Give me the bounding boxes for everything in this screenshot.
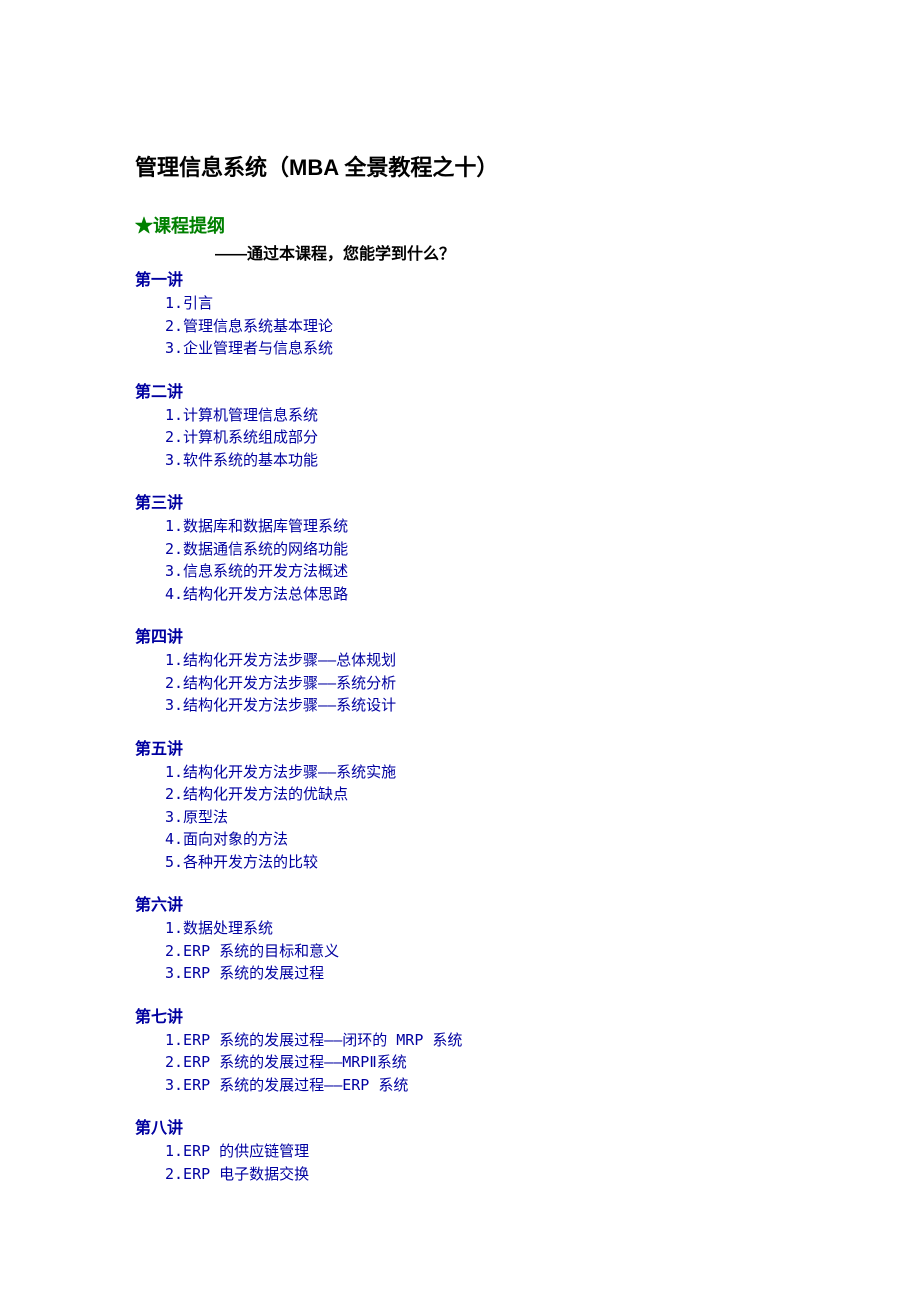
lecture-item: 2.ERP 系统的发展过程——MRPⅡ系统: [165, 1051, 785, 1074]
lecture-heading: 第五讲: [135, 735, 785, 759]
lecture-item: 2.数据通信系统的网络功能: [165, 538, 785, 561]
lecture-item: 3.软件系统的基本功能: [165, 449, 785, 472]
lecture-heading: 第八讲: [135, 1114, 785, 1138]
lecture-block-1: 第一讲 1.引言 2.管理信息系统基本理论 3.企业管理者与信息系统: [135, 266, 785, 360]
lecture-block-7: 第七讲 1.ERP 系统的发展过程——闭环的 MRP 系统 2.ERP 系统的发…: [135, 1003, 785, 1097]
lecture-item: 1.引言: [165, 292, 785, 315]
lecture-item: 3.结构化开发方法步骤——系统设计: [165, 694, 785, 717]
lecture-block-8: 第八讲 1.ERP 的供应链管理 2.ERP 电子数据交换: [135, 1114, 785, 1185]
lecture-item: 1.ERP 系统的发展过程——闭环的 MRP 系统: [165, 1029, 785, 1052]
lecture-item: 1.结构化开发方法步骤——系统实施: [165, 761, 785, 784]
lecture-item: 3.企业管理者与信息系统: [165, 337, 785, 360]
lecture-item: 1.计算机管理信息系统: [165, 404, 785, 427]
lecture-item: 2.结构化开发方法步骤——系统分析: [165, 672, 785, 695]
lecture-heading: 第六讲: [135, 891, 785, 915]
lecture-block-5: 第五讲 1.结构化开发方法步骤——系统实施 2.结构化开发方法的优缺点 3.原型…: [135, 735, 785, 874]
lecture-item: 2.管理信息系统基本理论: [165, 315, 785, 338]
lecture-item: 3.原型法: [165, 806, 785, 829]
document-title: 管理信息系统（MBA 全景教程之十）: [135, 150, 785, 182]
lecture-item: 2.ERP 电子数据交换: [165, 1163, 785, 1186]
lecture-heading: 第一讲: [135, 266, 785, 290]
lecture-item: 4.结构化开发方法总体思路: [165, 583, 785, 606]
lecture-item: 2.ERP 系统的目标和意义: [165, 940, 785, 963]
lecture-block-4: 第四讲 1.结构化开发方法步骤——总体规划 2.结构化开发方法步骤——系统分析 …: [135, 623, 785, 717]
lecture-item: 1.数据处理系统: [165, 917, 785, 940]
lecture-item: 1.数据库和数据库管理系统: [165, 515, 785, 538]
lecture-item: 3.ERP 系统的发展过程: [165, 962, 785, 985]
outline-subtitle: ——通过本课程，您能学到什么？: [215, 240, 785, 264]
lecture-item: 2.结构化开发方法的优缺点: [165, 783, 785, 806]
lecture-heading: 第二讲: [135, 378, 785, 402]
outline-heading: ★课程提纲: [135, 212, 785, 238]
lecture-item: 1.结构化开发方法步骤——总体规划: [165, 649, 785, 672]
lecture-item: 1.ERP 的供应链管理: [165, 1140, 785, 1163]
lecture-heading: 第三讲: [135, 489, 785, 513]
lecture-item: 4.面向对象的方法: [165, 828, 785, 851]
lecture-item: 5.各种开发方法的比较: [165, 851, 785, 874]
lecture-block-2: 第二讲 1.计算机管理信息系统 2.计算机系统组成部分 3.软件系统的基本功能: [135, 378, 785, 472]
lecture-block-3: 第三讲 1.数据库和数据库管理系统 2.数据通信系统的网络功能 3.信息系统的开…: [135, 489, 785, 605]
lecture-heading: 第四讲: [135, 623, 785, 647]
lecture-block-6: 第六讲 1.数据处理系统 2.ERP 系统的目标和意义 3.ERP 系统的发展过…: [135, 891, 785, 985]
lecture-heading: 第七讲: [135, 1003, 785, 1027]
lecture-item: 3.ERP 系统的发展过程——ERP 系统: [165, 1074, 785, 1097]
lecture-item: 3.信息系统的开发方法概述: [165, 560, 785, 583]
lecture-item: 2.计算机系统组成部分: [165, 426, 785, 449]
